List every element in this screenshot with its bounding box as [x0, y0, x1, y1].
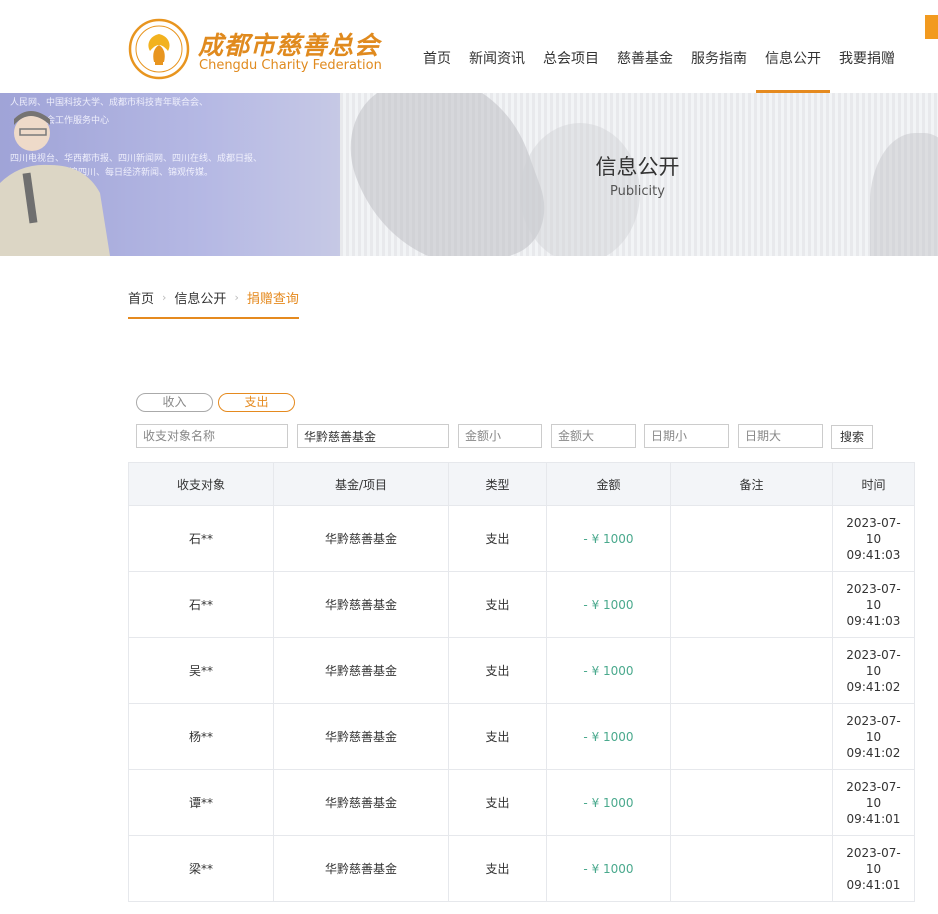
cell-target: 石**	[128, 571, 274, 638]
column-header-note: 备注	[670, 462, 833, 506]
nav-news[interactable]: 新闻资讯	[460, 0, 534, 93]
cell-time: 2023-07-10 09:41:02	[832, 637, 915, 704]
table-header-row: 收支对象 基金/项目 类型 金额 备注 时间	[128, 462, 915, 506]
charity-emblem-icon	[128, 18, 190, 80]
cell-note	[670, 571, 833, 638]
breadcrumb-home[interactable]: 首页	[128, 288, 154, 307]
table-row: 梁** 华黔慈善基金 支出 - ¥ 1000 2023-07-10 09:41:…	[128, 835, 915, 902]
column-header-type: 类型	[448, 462, 547, 506]
cell-fund: 华黔慈善基金	[273, 769, 449, 836]
date-max-input[interactable]	[738, 424, 823, 448]
table-row: 石** 华黔慈善基金 支出 - ¥ 1000 2023-07-10 09:41:…	[128, 571, 915, 638]
nav-donate[interactable]: 我要捐赠	[830, 0, 904, 93]
cell-note	[670, 637, 833, 704]
banner-subtitle: Publicity	[610, 184, 665, 199]
logo-english-name: Chengdu Charity Federation	[199, 58, 382, 73]
nav-service-guide[interactable]: 服务指南	[682, 0, 756, 93]
column-header-amount: 金额	[546, 462, 671, 506]
cell-type: 支出	[448, 571, 547, 638]
table-row: 石** 华黔慈善基金 支出 - ¥ 1000 2023-07-10 09:41:…	[128, 505, 915, 572]
side-float-tab[interactable]	[925, 15, 938, 39]
column-header-fund: 基金/项目	[273, 462, 449, 506]
cell-fund: 华黔慈善基金	[273, 637, 449, 704]
cell-target: 梁**	[128, 835, 274, 902]
cell-target: 石**	[128, 505, 274, 572]
cell-target: 杨**	[128, 703, 274, 770]
cell-amount: - ¥ 1000	[546, 637, 671, 704]
cell-amount: - ¥ 1000	[546, 703, 671, 770]
nav-funds[interactable]: 慈善基金	[608, 0, 682, 93]
chevron-right-icon: ›	[234, 291, 239, 304]
cell-target: 谭**	[128, 769, 274, 836]
cell-fund: 华黔慈善基金	[273, 571, 449, 638]
cell-amount: - ¥ 1000	[546, 571, 671, 638]
cell-type: 支出	[448, 505, 547, 572]
breadcrumb: 首页 › 信息公开 › 捐赠查询	[128, 288, 299, 319]
nav-home[interactable]: 首页	[414, 0, 460, 93]
cell-type: 支出	[448, 769, 547, 836]
chevron-right-icon: ›	[162, 291, 167, 304]
cell-time: 2023-07-10 09:41:03	[832, 571, 915, 638]
main-nav: 首页 新闻资讯 总会项目 慈善基金 服务指南 信息公开 我要捐赠	[414, 0, 904, 93]
breadcrumb-donation-query[interactable]: 捐赠查询	[247, 288, 299, 307]
nav-projects[interactable]: 总会项目	[534, 0, 608, 93]
cell-time: 2023-07-10 09:41:03	[832, 505, 915, 572]
logo-chinese-name: 成都市慈善总会	[198, 31, 381, 60]
fund-name-input[interactable]	[297, 424, 449, 448]
banner-title: 信息公开	[595, 155, 680, 179]
cell-note	[670, 835, 833, 902]
breadcrumb-publicity[interactable]: 信息公开	[174, 288, 226, 307]
cell-time: 2023-07-10 09:41:01	[832, 835, 915, 902]
cell-target: 吴**	[128, 637, 274, 704]
site-header: 成都市慈善总会 Chengdu Charity Federation 首页 新闻…	[0, 0, 938, 93]
cell-type: 支出	[448, 703, 547, 770]
page-banner: 人民网、中国科技大学、成都市科技青年联合会、 行社会工作服务中心 四川电视台、华…	[0, 93, 938, 256]
amount-max-input[interactable]	[551, 424, 636, 448]
table-row: 吴** 华黔慈善基金 支出 - ¥ 1000 2023-07-10 09:41:…	[128, 637, 915, 704]
donation-table: 收支对象 基金/项目 类型 金额 备注 时间 石** 华黔慈善基金 支出 - ¥…	[128, 462, 915, 902]
cell-note	[670, 505, 833, 572]
cell-type: 支出	[448, 835, 547, 902]
cell-amount: - ¥ 1000	[546, 769, 671, 836]
cell-fund: 华黔慈善基金	[273, 835, 449, 902]
cell-amount: - ¥ 1000	[546, 835, 671, 902]
search-button[interactable]: 搜索	[831, 425, 873, 449]
site-logo[interactable]: 成都市慈善总会 Chengdu Charity Federation	[128, 18, 382, 80]
cell-time: 2023-07-10 09:41:02	[832, 703, 915, 770]
column-header-target: 收支对象	[128, 462, 274, 506]
cell-fund: 华黔慈善基金	[273, 505, 449, 572]
cell-type: 支出	[448, 637, 547, 704]
amount-min-input[interactable]	[458, 424, 542, 448]
column-header-time: 时间	[832, 462, 915, 506]
table-row: 谭** 华黔慈善基金 支出 - ¥ 1000 2023-07-10 09:41:…	[128, 769, 915, 836]
target-name-input[interactable]	[136, 424, 288, 448]
income-toggle-button[interactable]: 收入	[136, 393, 213, 412]
cell-note	[670, 769, 833, 836]
expense-toggle-button[interactable]: 支出	[218, 393, 295, 412]
cell-amount: - ¥ 1000	[546, 505, 671, 572]
cell-time: 2023-07-10 09:41:01	[832, 769, 915, 836]
nav-publicity[interactable]: 信息公开	[756, 0, 830, 93]
date-min-input[interactable]	[644, 424, 729, 448]
cell-fund: 华黔慈善基金	[273, 703, 449, 770]
table-row: 杨** 华黔慈善基金 支出 - ¥ 1000 2023-07-10 09:41:…	[128, 703, 915, 770]
cell-note	[670, 703, 833, 770]
